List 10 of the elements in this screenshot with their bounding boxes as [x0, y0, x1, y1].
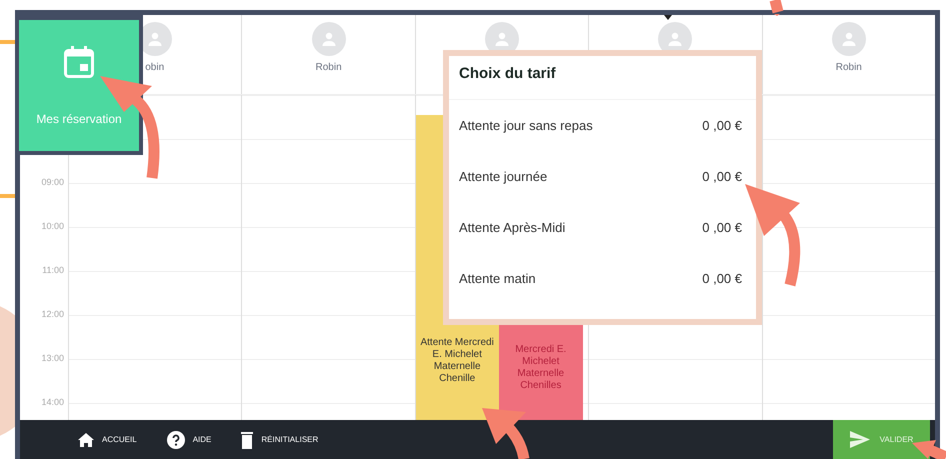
time-label: 11:00 [41, 265, 65, 275]
person-name: obin [145, 62, 164, 73]
person-name: Robin [316, 62, 342, 73]
time-label: 10:00 [40, 221, 65, 231]
time-label: 09:00 [40, 177, 65, 187]
time-label: 13:00 [40, 353, 65, 363]
time-label: 12:00 [40, 309, 65, 319]
popup-title: Choix du tarif [449, 56, 756, 100]
time-label: 14:00 [40, 397, 65, 407]
person-name: Robin [836, 62, 862, 73]
